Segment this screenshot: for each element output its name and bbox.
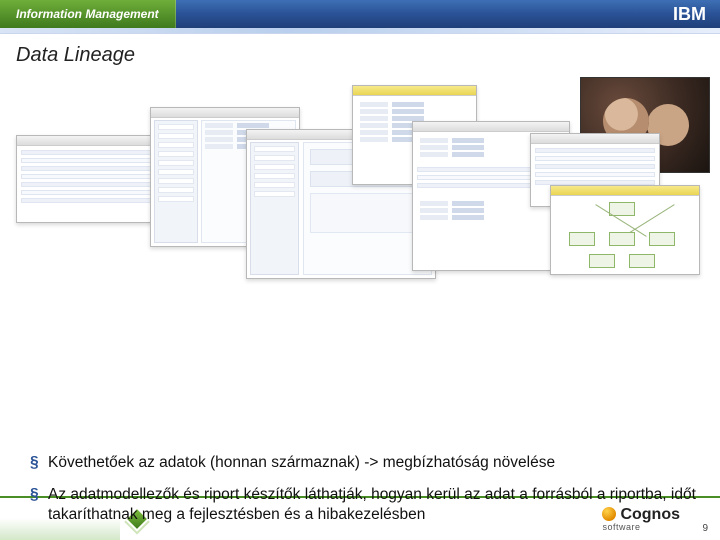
banner-right: IBM	[673, 4, 706, 25]
screenshot-thumb	[550, 185, 700, 275]
top-banner: Information Management IBM	[0, 0, 720, 28]
ibm-logo: IBM	[673, 4, 706, 25]
page-number: 9	[702, 523, 708, 534]
bullet-item: Az adatmodellezők és riport készítők lát…	[30, 479, 698, 531]
bullet-list: Követhetőek az adatok (honnan származnak…	[30, 447, 698, 530]
banner-tab-label: Information Management	[16, 7, 159, 21]
screenshot-collage	[10, 77, 710, 307]
bullet-item: Követhetőek az adatok (honnan származnak…	[30, 447, 698, 479]
slide-title: Data Lineage	[0, 34, 720, 73]
banner-tab: Information Management	[0, 0, 176, 28]
